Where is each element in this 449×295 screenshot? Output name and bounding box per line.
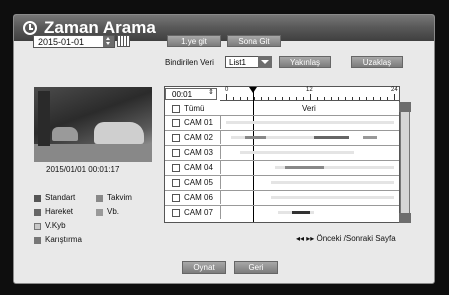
camera-label: CAM 05 bbox=[184, 178, 213, 187]
ruler-tick bbox=[247, 97, 248, 100]
ruler-tick bbox=[310, 94, 311, 100]
camera-label: CAM 07 bbox=[184, 208, 213, 217]
ruler-tick bbox=[289, 97, 290, 100]
tick-label-0: 0 bbox=[225, 87, 229, 93]
ruler-tick bbox=[366, 97, 367, 100]
legend-standard-label: Standart bbox=[45, 193, 76, 202]
row-divider bbox=[220, 130, 221, 144]
ruler-tick bbox=[352, 97, 353, 100]
ruler-tick bbox=[296, 97, 297, 100]
ruler-tick bbox=[226, 94, 227, 100]
legend-vloss-swatch bbox=[34, 223, 41, 230]
clock-icon bbox=[23, 21, 37, 35]
video-preview bbox=[34, 87, 152, 162]
data-column-header: Veri bbox=[302, 104, 316, 113]
camera-checkbox[interactable] bbox=[172, 194, 180, 202]
ruler-tick bbox=[240, 97, 241, 100]
ruler-tick bbox=[233, 97, 234, 100]
legend-vloss-label: V.Kyb bbox=[45, 221, 66, 230]
camera-label: CAM 03 bbox=[184, 148, 213, 157]
ruler-tick bbox=[254, 97, 255, 100]
play-button[interactable]: Oynat bbox=[182, 261, 226, 274]
row-divider bbox=[220, 205, 221, 219]
tick-label-12: 12 bbox=[306, 87, 313, 93]
ruler-tick bbox=[282, 97, 283, 100]
ruler-tick bbox=[317, 97, 318, 100]
ruler-tick bbox=[268, 97, 269, 100]
ruler-tick bbox=[303, 97, 304, 100]
chevron-down-icon[interactable] bbox=[258, 56, 272, 68]
ruler-tick bbox=[324, 97, 325, 100]
legend-other-label: Vb. bbox=[107, 207, 120, 216]
camera-checkbox[interactable] bbox=[172, 119, 180, 127]
tick-label-24: 24 bbox=[391, 87, 398, 93]
ruler-tick bbox=[338, 97, 339, 100]
scroll-down-icon[interactable] bbox=[399, 213, 411, 223]
back-button[interactable]: Geri bbox=[234, 261, 278, 274]
recording-segment bbox=[271, 196, 395, 199]
camera-checkbox[interactable] bbox=[172, 179, 180, 187]
zoom-in-button[interactable]: Yakınlaş bbox=[279, 56, 331, 68]
legend-mixed-label: Karıştırma bbox=[45, 235, 82, 244]
calendar-icon[interactable] bbox=[117, 35, 130, 47]
ruler-tick bbox=[380, 97, 381, 100]
recording-segment bbox=[239, 151, 354, 154]
camera-label: CAM 06 bbox=[184, 193, 213, 202]
camera-label: CAM 04 bbox=[184, 163, 213, 172]
ruler-tick bbox=[261, 97, 262, 100]
timeline-scrollbar[interactable] bbox=[400, 102, 410, 223]
recording-segment bbox=[362, 136, 377, 139]
select-all-label: Tümü bbox=[184, 104, 205, 113]
ruler-tick bbox=[275, 97, 276, 100]
ruler-tick bbox=[387, 97, 388, 100]
recording-segment bbox=[244, 136, 266, 139]
row-divider bbox=[220, 115, 221, 129]
ruler-tick bbox=[345, 97, 346, 100]
legend-motion-label: Hareket bbox=[45, 207, 74, 216]
legend-standard-swatch bbox=[34, 195, 41, 202]
scroll-up-icon[interactable] bbox=[399, 102, 411, 112]
camera-checkbox[interactable] bbox=[172, 134, 180, 142]
linked-data-label: Bindirilen Veri bbox=[165, 58, 214, 67]
time-spinner-icon[interactable]: ⇕ bbox=[208, 88, 214, 96]
row-divider bbox=[220, 160, 221, 174]
legend-other-swatch bbox=[96, 209, 103, 216]
zoom-out-button[interactable]: Uzaklaş bbox=[351, 56, 403, 68]
go-last-button[interactable]: Sona Git bbox=[227, 35, 281, 47]
date-spinner-icon[interactable] bbox=[103, 36, 114, 47]
ruler-tick bbox=[394, 94, 395, 100]
legend-calendar-swatch bbox=[96, 195, 103, 202]
camera-label: CAM 01 bbox=[184, 118, 213, 127]
legend-mixed-swatch bbox=[34, 237, 41, 244]
camera-label: CAM 02 bbox=[184, 133, 213, 142]
go-first-button[interactable]: 1.ye git bbox=[167, 35, 221, 47]
ruler-tick bbox=[373, 97, 374, 100]
row-divider bbox=[220, 190, 221, 204]
camera-checkbox[interactable] bbox=[172, 209, 180, 217]
camera-checkbox[interactable] bbox=[172, 149, 180, 157]
video-timestamp: 2015/01/01 00:01:17 bbox=[46, 165, 120, 174]
recording-segment bbox=[313, 136, 349, 139]
select-all-checkbox[interactable] bbox=[172, 105, 180, 113]
timeline-ruler[interactable]: 0 12 24 bbox=[220, 86, 400, 101]
ruler-tick bbox=[331, 97, 332, 100]
recording-segment bbox=[225, 121, 395, 124]
camera-checkbox[interactable] bbox=[172, 164, 180, 172]
recording-segment bbox=[292, 211, 310, 214]
page-navigation[interactable]: ◂◂ ▸▸ Önceki /Sonraki Sayfa bbox=[296, 234, 396, 243]
recording-segment bbox=[271, 181, 395, 184]
legend-motion-swatch bbox=[34, 209, 41, 216]
recording-segment bbox=[285, 166, 325, 169]
legend-calendar-label: Takvim bbox=[107, 193, 132, 202]
row-divider bbox=[220, 145, 221, 159]
row-divider bbox=[220, 175, 221, 189]
ruler-tick bbox=[359, 97, 360, 100]
